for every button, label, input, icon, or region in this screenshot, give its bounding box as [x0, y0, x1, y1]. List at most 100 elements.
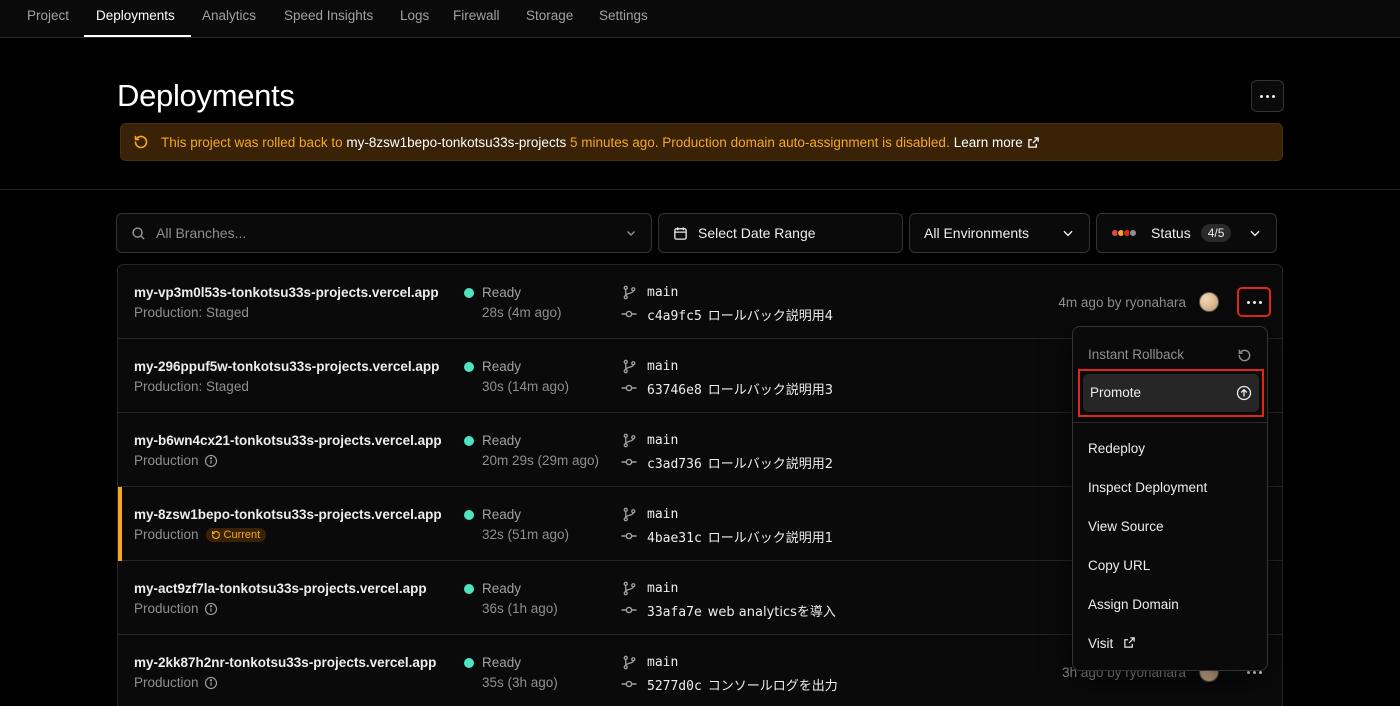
status-dot	[464, 362, 474, 372]
page-menu-button[interactable]	[1251, 80, 1284, 112]
menu-item-view-source[interactable]: View Source	[1073, 509, 1267, 545]
env-label: Production	[134, 601, 199, 616]
active-tab-indicator	[84, 35, 191, 37]
branch-name[interactable]: main	[647, 581, 678, 596]
commit-info[interactable]: 33afa7e web analyticsを導入	[647, 601, 836, 620]
deployment-url[interactable]: my-vp3m0l53s-tonkotsu33s-projects.vercel…	[134, 285, 448, 300]
menu-item-inspect-deployment[interactable]: Inspect Deployment	[1073, 470, 1267, 506]
branch-name[interactable]: main	[647, 285, 678, 300]
deployment-url[interactable]: my-act9zf7la-tonkotsu33s-projects.vercel…	[134, 581, 448, 596]
tab-project[interactable]: Project	[15, 0, 81, 38]
status-dot	[464, 436, 474, 446]
info-icon[interactable]	[204, 676, 218, 690]
commit-icon	[621, 606, 637, 614]
commit-icon	[621, 384, 637, 392]
deployment-duration: 30s (14m ago)	[482, 379, 570, 394]
info-icon[interactable]	[204, 454, 218, 468]
deployment-url[interactable]: my-296ppuf5w-tonkotsu33s-projects.vercel…	[134, 359, 448, 374]
learn-more-label: Learn more	[953, 134, 1023, 150]
menu-item-promote[interactable]: Promote	[1083, 374, 1259, 412]
tab-settings[interactable]: Settings	[587, 0, 660, 38]
deployment-duration: 32s (51m ago)	[482, 527, 570, 542]
commit-info[interactable]: 4bae31c ロールバック説明用1	[647, 527, 833, 546]
status-dot	[464, 510, 474, 520]
branch-name[interactable]: main	[647, 655, 678, 670]
env-label: Production	[134, 453, 199, 468]
rollback-icon	[1238, 349, 1251, 362]
commit-sha: 5277d0c	[647, 679, 702, 694]
commit-message: ロールバック説明用2	[707, 457, 834, 472]
arrow-up-circle-icon	[1236, 385, 1252, 401]
menu-item-copy-url[interactable]: Copy URL	[1073, 548, 1267, 584]
banner-suffix: 5 minutes ago. Production domain auto-as…	[569, 134, 950, 150]
external-link-icon	[1027, 136, 1039, 148]
commit-message: ロールバック説明用1	[707, 531, 834, 546]
tab-deployments[interactable]: Deployments	[84, 0, 187, 38]
tab-storage[interactable]: Storage	[514, 0, 585, 38]
branch-icon	[623, 655, 636, 670]
commit-sha: c4a9fc5	[647, 309, 702, 324]
deployment-status: Ready	[482, 507, 522, 522]
banner-deployment: my-8zsw1bepo-tonkotsu33s-projects	[346, 134, 567, 150]
commit-icon	[621, 310, 637, 318]
environments-label: All Environments	[924, 225, 1030, 241]
menu-item-instant-rollback[interactable]: Instant Rollback	[1073, 337, 1267, 373]
environments-select[interactable]: All Environments	[909, 213, 1090, 253]
branch-search-placeholder: All Branches...	[156, 225, 247, 241]
chevron-down-icon	[627, 231, 635, 236]
branch-name[interactable]: main	[647, 433, 678, 448]
deployment-url[interactable]: my-2kk87h2nr-tonkotsu33s-projects.vercel…	[134, 655, 448, 670]
commit-sha: 33afa7e	[647, 605, 702, 620]
deployment-url[interactable]: my-b6wn4cx21-tonkotsu33s-projects.vercel…	[134, 433, 448, 448]
status-label: Status	[1151, 225, 1191, 241]
env-label: Production	[134, 675, 199, 690]
menu-item-visit[interactable]: Visit	[1073, 626, 1267, 662]
commit-sha: 4bae31c	[647, 531, 702, 546]
tab-firewall[interactable]: Firewall	[441, 0, 512, 38]
calendar-icon	[674, 226, 687, 240]
deployment-duration: 36s (1h ago)	[482, 601, 558, 616]
rollback-banner: This project was rolled back to my-8zsw1…	[120, 123, 1283, 161]
commit-info[interactable]: c4a9fc5 ロールバック説明用4	[647, 305, 833, 324]
branch-name[interactable]: main	[647, 507, 678, 522]
commit-info[interactable]: c3ad736 ロールバック説明用2	[647, 453, 833, 472]
learn-more-link[interactable]: Learn more	[954, 135, 1040, 150]
deployment-env: Production Current	[134, 527, 267, 542]
env-label: Production	[134, 527, 199, 542]
current-badge: Current	[205, 527, 267, 542]
rollback-icon	[134, 135, 148, 149]
top-nav: Project Deployments Analytics Speed Insi…	[0, 0, 1400, 38]
chevron-down-icon	[1063, 230, 1073, 237]
menu-item-label: Visit	[1088, 636, 1114, 651]
commit-message: web analyticsを導入	[707, 605, 836, 620]
status-select[interactable]: Status 4/5	[1096, 213, 1277, 253]
commit-info[interactable]: 5277d0c コンソールログを出力	[647, 675, 838, 694]
menu-separator	[1073, 422, 1267, 423]
commit-info[interactable]: 63746e8 ロールバック説明用3	[647, 379, 833, 398]
deployment-url[interactable]: my-8zsw1bepo-tonkotsu33s-projects.vercel…	[134, 507, 448, 522]
deployment-env: Production: Staged	[134, 305, 249, 320]
status-dot	[464, 288, 474, 298]
info-icon[interactable]	[204, 602, 218, 616]
status-count-badge: 4/5	[1200, 224, 1232, 242]
branch-search-input[interactable]: All Branches...	[116, 213, 652, 253]
status-dot	[464, 658, 474, 668]
tab-analytics[interactable]: Analytics	[190, 0, 268, 38]
deployment-env: Production	[134, 453, 218, 468]
deployment-status: Ready	[482, 359, 522, 374]
menu-item-redeploy[interactable]: Redeploy	[1073, 431, 1267, 467]
date-range-button[interactable]: Select Date Range	[658, 213, 903, 253]
tab-logs[interactable]: Logs	[388, 0, 441, 38]
avatar[interactable]	[1199, 292, 1219, 312]
current-badge-label: Current	[223, 528, 261, 541]
deployment-status: Ready	[482, 655, 522, 670]
commit-message: ロールバック説明用4	[707, 309, 834, 324]
tab-speed-insights[interactable]: Speed Insights	[272, 0, 385, 38]
commit-message: ロールバック説明用3	[707, 383, 834, 398]
status-colors-icon	[1111, 229, 1137, 237]
commit-icon	[621, 680, 637, 688]
menu-item-assign-domain[interactable]: Assign Domain	[1073, 587, 1267, 623]
row-menu-button[interactable]	[1237, 287, 1271, 317]
commit-message: コンソールログを出力	[707, 679, 838, 694]
branch-name[interactable]: main	[647, 359, 678, 374]
